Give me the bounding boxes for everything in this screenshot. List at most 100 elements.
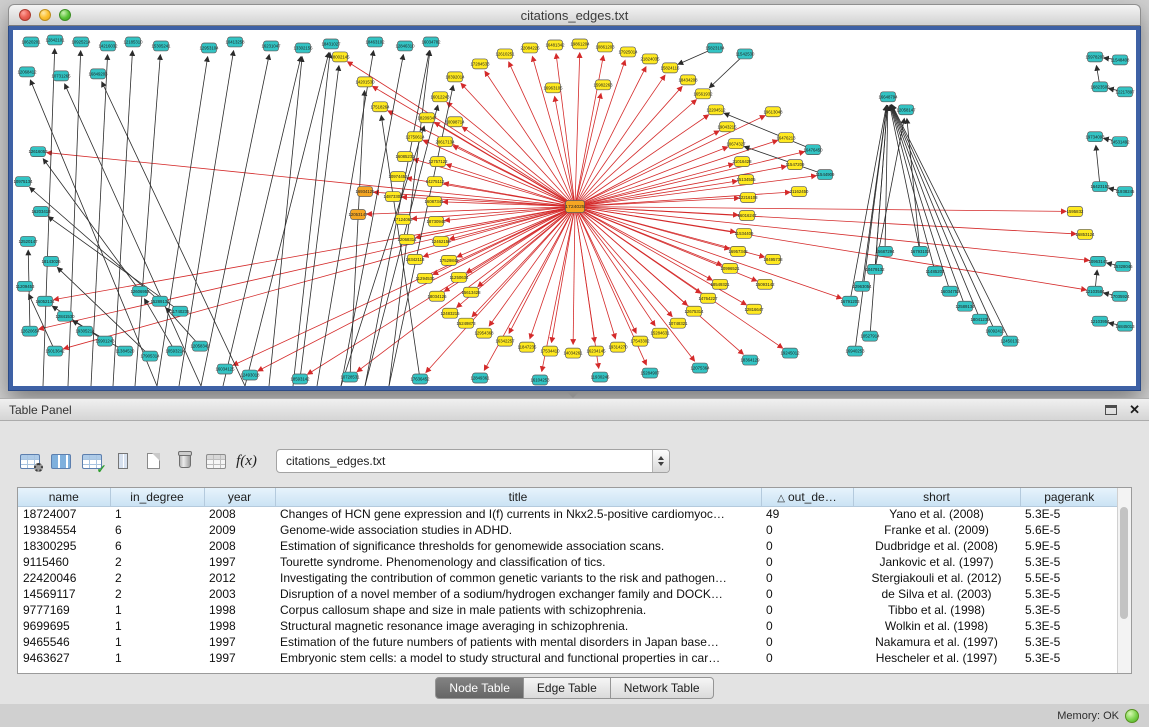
- graph-node[interactable]: 10996521: [720, 263, 740, 273]
- graph-node[interactable]: 12963054: [852, 281, 872, 291]
- table-row[interactable]: 1872400712008Changes of HCN gene express…: [18, 506, 1118, 522]
- graph-node[interactable]: 12606953: [130, 286, 150, 296]
- graph-node[interactable]: 12816647: [744, 304, 764, 314]
- graph-node[interactable]: 18434208: [678, 75, 698, 85]
- graph-node[interactable]: 12493018: [240, 370, 260, 380]
- graph-edge[interactable]: [575, 87, 682, 207]
- graph-node[interactable]: 18593142: [290, 374, 310, 384]
- graph-node[interactable]: 12520147: [18, 236, 38, 246]
- graph-node[interactable]: 14531492: [1110, 137, 1130, 147]
- graph-node[interactable]: 16561932: [693, 89, 713, 99]
- trash-button[interactable]: [169, 447, 200, 475]
- graph-node[interactable]: 12450132: [1000, 336, 1020, 346]
- graph-node[interactable]: 12068412: [17, 67, 37, 77]
- graph-node[interactable]: 16476450: [803, 145, 823, 155]
- table-row[interactable]: 946554611997Estimation of the future num…: [18, 634, 1118, 650]
- graph-node[interactable]: 19314270: [608, 342, 628, 352]
- graph-node[interactable]: 12841530: [55, 311, 75, 321]
- graph-node[interactable]: 16092413: [985, 326, 1005, 336]
- graph-node[interactable]: 11938245: [1116, 187, 1135, 197]
- graph-node[interactable]: 18034126: [427, 291, 447, 301]
- graph-node[interactable]: 10748321: [668, 318, 688, 328]
- graph-edge[interactable]: [509, 62, 575, 206]
- graph-node[interactable]: 12589134: [955, 301, 975, 311]
- graph-node[interactable]: 12053147: [348, 209, 368, 219]
- graph-node[interactable]: 10593214: [165, 346, 185, 356]
- graph-node[interactable]: 12757122: [428, 157, 448, 167]
- graph-node[interactable]: 15284907: [640, 368, 660, 378]
- graph-node[interactable]: 12620654: [20, 326, 40, 336]
- tab-node-table[interactable]: Node Table: [435, 677, 524, 699]
- graph-edge[interactable]: [509, 207, 575, 334]
- table-row[interactable]: 946362711997Embryonic stem cells: a mode…: [18, 650, 1118, 666]
- graph-node[interactable]: 12616053: [28, 147, 48, 157]
- graph-node[interactable]: 17518264: [370, 102, 390, 112]
- graph-node[interactable]: 12216108: [738, 193, 758, 203]
- graph-node[interactable]: 21162450: [790, 187, 809, 197]
- graph-node[interactable]: 11847235: [518, 342, 537, 352]
- graph-node[interactable]: 18002145: [330, 52, 350, 62]
- graph-node[interactable]: 18431027: [321, 39, 341, 49]
- network-canvas[interactable]: 1724025183920141728453312610251220842261…: [13, 30, 1136, 386]
- graph-node[interactable]: 12953104: [199, 43, 219, 53]
- graph-node[interactable]: 12075364: [690, 363, 710, 373]
- graph-edge[interactable]: [907, 119, 920, 252]
- graph-edge[interactable]: [575, 75, 665, 206]
- graph-node[interactable]: 21824035: [640, 54, 660, 64]
- graph-node[interactable]: 16034782: [421, 37, 441, 47]
- graph-node[interactable]: 16648794: [878, 92, 898, 102]
- graph-node[interactable]: 10975134: [13, 177, 33, 187]
- graph-node[interactable]: 10098714: [445, 117, 465, 127]
- graph-node[interactable]: 14873302: [383, 192, 403, 202]
- graph-node[interactable]: 10731265: [51, 71, 71, 81]
- graph-node[interactable]: 11930246: [591, 372, 610, 382]
- zoom-window-button[interactable]: [59, 9, 71, 21]
- graph-node[interactable]: 12750614: [405, 132, 425, 142]
- graph-edge[interactable]: [245, 53, 329, 386]
- graph-edge[interactable]: [575, 152, 804, 207]
- close-panel-icon[interactable]: ✕: [1129, 403, 1140, 416]
- table-row[interactable]: 969969511998Structural magnetic resonanc…: [18, 618, 1118, 634]
- table-settings-button[interactable]: [14, 447, 45, 475]
- table-row[interactable]: 1456911722003Disruption of a novel membe…: [18, 586, 1118, 602]
- table-row[interactable]: 2242004622012Investigating the contribut…: [18, 570, 1118, 586]
- graph-node[interactable]: 16823509: [1090, 82, 1110, 92]
- graph-node[interactable]: 16940253: [845, 346, 865, 356]
- graph-edge[interactable]: [423, 140, 575, 206]
- graph-node[interactable]: 19734093: [1085, 132, 1105, 142]
- graph-edge[interactable]: [135, 55, 160, 386]
- graph-node[interactable]: 14764227: [698, 293, 718, 303]
- graph-node[interactable]: 10728531: [340, 372, 360, 382]
- graph-node[interactable]: 18495738: [763, 254, 783, 264]
- float-panel-icon[interactable]: [1105, 405, 1117, 415]
- graph-node[interactable]: 16034752: [940, 286, 960, 296]
- graph-node[interactable]: 11384520: [116, 346, 135, 356]
- table-row[interactable]: 1830029562008Estimation of significance …: [18, 538, 1118, 554]
- graph-node[interactable]: 18392014: [445, 72, 465, 82]
- table-row[interactable]: 911546021997Tourette syndrome. Phenomeno…: [18, 554, 1118, 570]
- column-header-in_degree[interactable]: in_degree: [110, 488, 204, 506]
- graph-node[interactable]: 17529843: [439, 255, 459, 265]
- graph-edge[interactable]: [575, 94, 601, 207]
- graph-node[interactable]: 16087341: [424, 197, 444, 207]
- graph-node[interactable]: 18730945: [426, 216, 446, 226]
- graph-node[interactable]: 11209453: [16, 281, 35, 291]
- graph-edge[interactable]: [556, 54, 575, 207]
- table-row[interactable]: 1938455462009Genome-wide association stu…: [18, 522, 1118, 538]
- graph-node[interactable]: 17636452: [410, 374, 430, 384]
- graph-edge[interactable]: [485, 71, 575, 206]
- graph-node[interactable]: 14201530: [355, 77, 375, 87]
- titlebar[interactable]: citations_edges.txt: [8, 4, 1141, 26]
- graph-hub-node[interactable]: 1724025: [565, 201, 585, 213]
- graph-node[interactable]: 12846310: [395, 41, 415, 51]
- graph-edge[interactable]: [890, 106, 920, 252]
- column-header-year[interactable]: year: [204, 488, 275, 506]
- graph-node[interactable]: 16034125: [215, 364, 235, 374]
- graph-node[interactable]: 10861203: [595, 42, 615, 52]
- graph-node[interactable]: 17534410: [540, 346, 560, 356]
- tab-network-table[interactable]: Network Table: [611, 677, 714, 699]
- graph-node[interactable]: 16016247: [737, 210, 757, 220]
- graph-node[interactable]: 15982263: [593, 80, 613, 90]
- graph-node[interactable]: 1595832: [1067, 207, 1084, 217]
- graph-node[interactable]: 12462150: [431, 236, 451, 246]
